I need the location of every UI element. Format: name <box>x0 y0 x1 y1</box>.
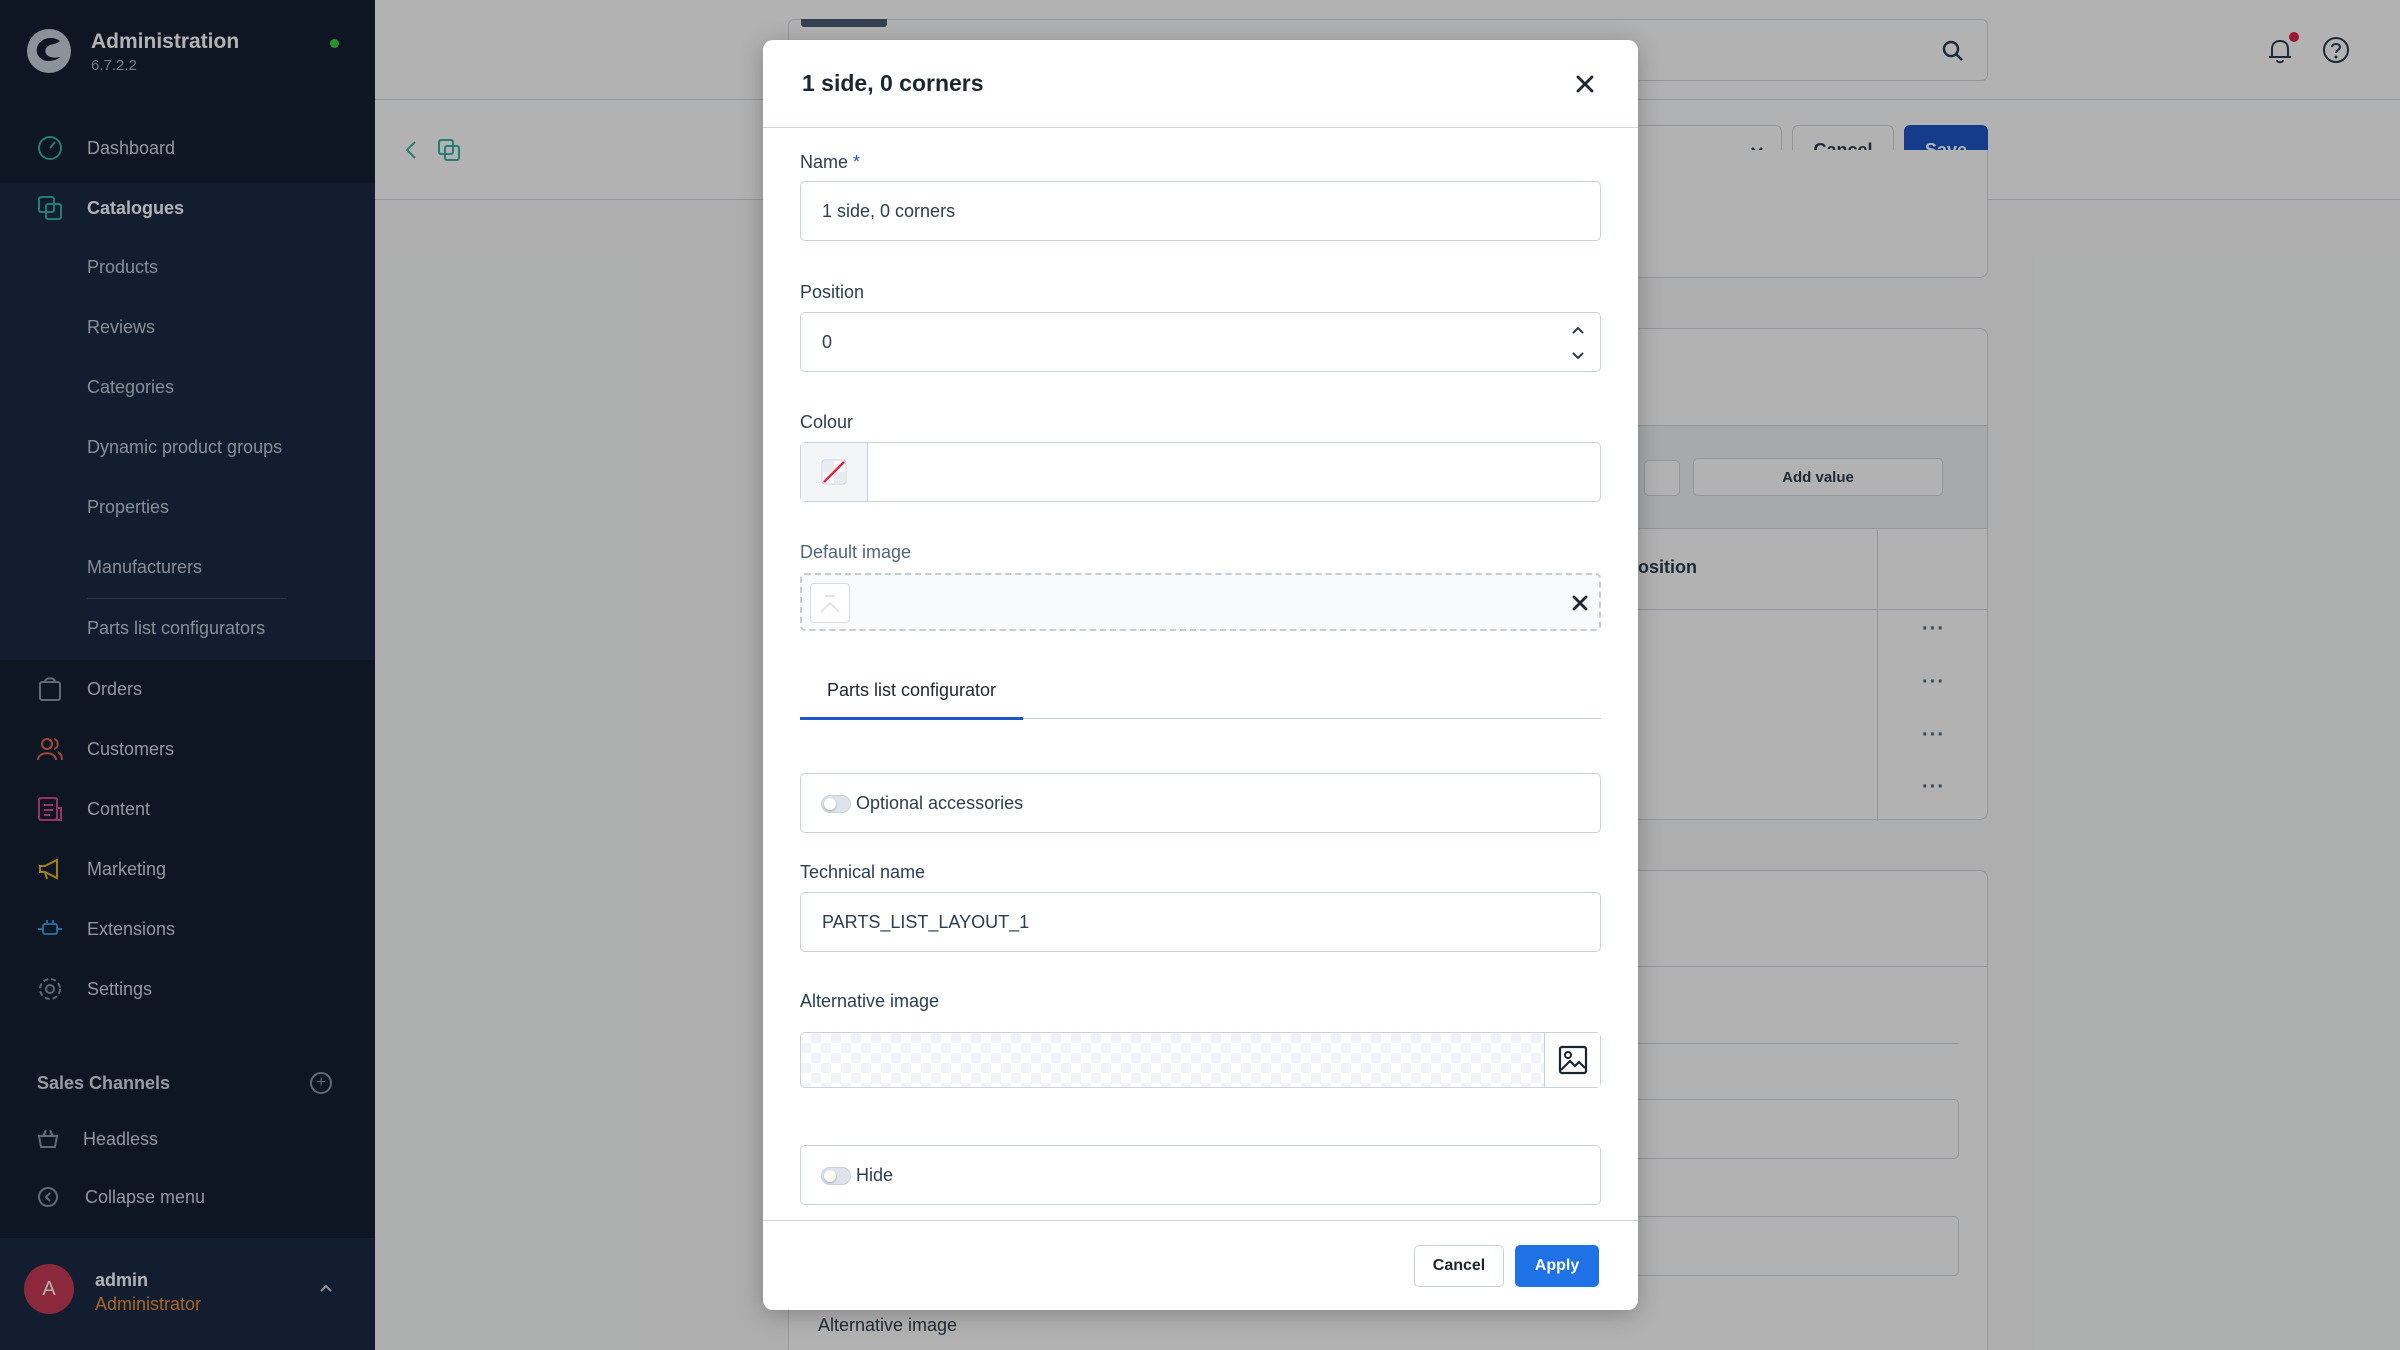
modal-title: 1 side, 0 corners <box>802 70 984 96</box>
modal-footer: Cancel Apply <box>763 1220 1638 1310</box>
default-image-label: Default image <box>800 542 912 562</box>
required-marker: * <box>853 152 861 172</box>
no-colour-icon <box>821 459 847 485</box>
name-input-value: 1 side, 0 corners <box>822 201 956 221</box>
position-label: Position <box>800 282 865 302</box>
image-picker-button[interactable] <box>1544 1033 1600 1087</box>
image-icon <box>1558 1045 1587 1075</box>
colour-input[interactable] <box>800 442 1601 502</box>
alternative-image-input[interactable] <box>800 1032 1601 1088</box>
colour-label: Colour <box>800 412 854 432</box>
name-label: Name * <box>800 152 860 173</box>
technical-name-label: Technical name <box>800 862 926 882</box>
apply-button[interactable]: Apply <box>1515 1245 1599 1287</box>
number-stepper-icon[interactable] <box>1570 321 1586 365</box>
hide-label: Hide <box>856 1165 894 1185</box>
image-placeholder-icon <box>810 583 850 623</box>
tab-parts-list-configurator[interactable]: Parts list configurator <box>800 680 1023 720</box>
name-input[interactable]: 1 side, 0 corners <box>800 181 1601 241</box>
optional-accessories-field: Optional accessories <box>800 773 1601 833</box>
position-input-value: 0 <box>822 332 833 352</box>
cancel-button[interactable]: Cancel <box>1414 1245 1504 1287</box>
optional-accessories-label: Optional accessories <box>856 793 1024 813</box>
remove-image-icon[interactable] <box>1571 594 1589 612</box>
technical-name-input[interactable]: PARTS_LIST_LAYOUT_1 <box>800 892 1601 952</box>
alternative-image-label: Alternative image <box>800 991 940 1011</box>
close-icon[interactable] <box>1573 72 1597 96</box>
edit-option-modal: 1 side, 0 corners Name * 1 side, 0 corne… <box>763 40 1638 1310</box>
hide-toggle[interactable] <box>821 1167 851 1185</box>
modal-header: 1 side, 0 corners <box>763 40 1638 128</box>
hide-field: Hide <box>800 1145 1601 1205</box>
technical-name-value: PARTS_LIST_LAYOUT_1 <box>822 912 1030 932</box>
colour-swatch-button[interactable] <box>801 443 868 501</box>
position-input[interactable]: 0 <box>800 312 1601 372</box>
default-image-upload[interactable] <box>800 573 1601 631</box>
name-label-text: Name <box>800 152 849 172</box>
optional-accessories-toggle[interactable] <box>821 795 851 813</box>
